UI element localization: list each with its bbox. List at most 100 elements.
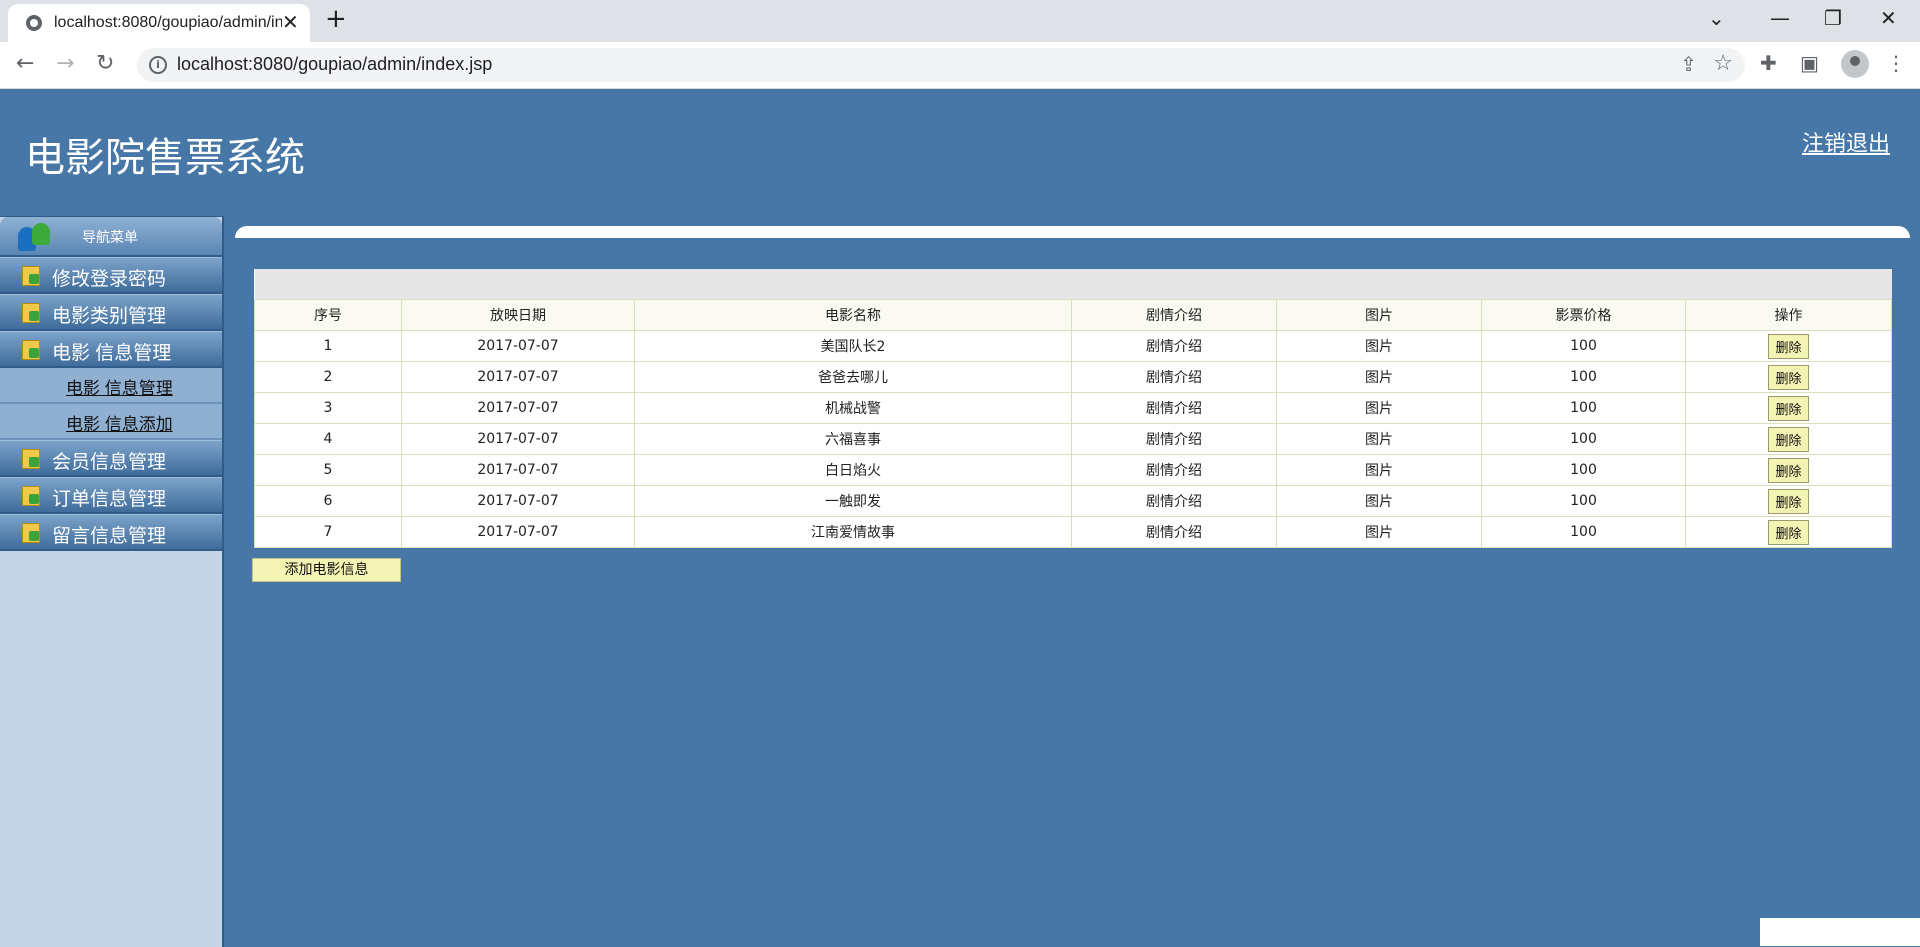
users-icon	[18, 221, 50, 251]
sidebar-item-member[interactable]: 会员信息管理	[0, 440, 222, 477]
cell-name: 一触即发	[634, 485, 1072, 517]
browser-tab[interactable]: localhost:8080/goupiao/admin/index.jsp ✕	[8, 4, 310, 42]
share-icon[interactable]: ⇪	[1680, 52, 1697, 76]
submenu-item-movie-info-manage[interactable]: 电影 信息管理	[0, 368, 222, 404]
add-movie-button[interactable]: 添加电影信息	[252, 558, 401, 582]
address-bar[interactable]: i localhost:8080/goupiao/admin/index.jsp…	[137, 48, 1745, 82]
column-header: 放映日期	[401, 299, 635, 331]
cell-price: 100	[1481, 485, 1686, 517]
cell-no: 4	[254, 423, 402, 455]
side-panel-icon[interactable]: ▣	[1800, 51, 1819, 75]
cell-plot[interactable]: 剧情介绍	[1071, 454, 1277, 486]
logout-link[interactable]: 注销退出	[1802, 126, 1890, 158]
submenu-item-label[interactable]: 电影 信息管理	[66, 374, 173, 399]
sidebar-item-message[interactable]: 留言信息管理	[0, 514, 222, 551]
close-tab-icon[interactable]: ✕	[282, 10, 299, 34]
cell-date: 2017-07-07	[401, 454, 635, 486]
cell-no: 2	[254, 361, 402, 393]
table-caption-row	[254, 269, 1892, 300]
sidebar-item-change-password[interactable]: 修改登录密码	[0, 257, 222, 294]
cell-picture[interactable]: 图片	[1276, 454, 1482, 486]
delete-button[interactable]: 删除	[1768, 395, 1809, 421]
delete-button[interactable]: 删除	[1768, 457, 1809, 483]
folder-icon	[22, 523, 40, 543]
cell-price: 100	[1481, 516, 1686, 548]
table-row: 4 2017-07-07 六福喜事 剧情介绍 图片 100 删除	[254, 423, 1892, 455]
cell-plot[interactable]: 剧情介绍	[1071, 423, 1277, 455]
menu-kebab-icon[interactable]: ⋮	[1886, 51, 1906, 75]
sidebar-item-movie-category[interactable]: 电影类别管理	[0, 294, 222, 331]
app-title: 电影院售票系统	[25, 136, 305, 180]
cell-picture[interactable]: 图片	[1276, 485, 1482, 517]
cell-date: 2017-07-07	[401, 423, 635, 455]
sidebar-item-order[interactable]: 订单信息管理	[0, 477, 222, 514]
sidebar-header: 导航菜单	[0, 217, 222, 257]
delete-button[interactable]: 删除	[1768, 488, 1809, 514]
delete-button[interactable]: 删除	[1768, 426, 1809, 452]
folder-icon	[22, 449, 40, 469]
info-icon[interactable]: i	[149, 56, 167, 74]
minimize-icon[interactable]: —	[1770, 6, 1790, 30]
tab-title: localhost:8080/goupiao/admin/index.jsp	[54, 14, 282, 31]
cell-picture[interactable]: 图片	[1276, 330, 1482, 362]
cell-name: 江南爱情故事	[634, 516, 1072, 548]
folder-icon	[22, 486, 40, 506]
cell-plot[interactable]: 剧情介绍	[1071, 392, 1277, 424]
sidebar-item-label: 修改登录密码	[52, 269, 167, 290]
cell-price: 100	[1481, 423, 1686, 455]
reload-icon[interactable]: ↻	[96, 51, 114, 76]
sidebar-item-movie-info[interactable]: 电影 信息管理	[0, 331, 222, 368]
cell-no: 6	[254, 485, 402, 517]
cell-date: 2017-07-07	[401, 485, 635, 517]
cell-action: 删除	[1685, 454, 1892, 486]
cell-picture[interactable]: 图片	[1276, 361, 1482, 393]
delete-button[interactable]: 删除	[1768, 333, 1809, 359]
sidebar-item-label: 电影类别管理	[52, 306, 167, 327]
cell-plot[interactable]: 剧情介绍	[1071, 361, 1277, 393]
column-header: 图片	[1276, 299, 1482, 331]
sidebar: 导航菜单 修改登录密码 电影类别管理 电影 信息管理 电影 信息管理 电影 信息…	[0, 216, 224, 947]
tab-search-icon[interactable]: ⌄	[1708, 6, 1725, 30]
cell-name: 六福喜事	[634, 423, 1072, 455]
cell-picture[interactable]: 图片	[1276, 516, 1482, 548]
delete-button[interactable]: 删除	[1768, 364, 1809, 390]
table-row: 7 2017-07-07 江南爱情故事 剧情介绍 图片 100 删除	[254, 516, 1892, 548]
table-row: 2 2017-07-07 爸爸去哪儿 剧情介绍 图片 100 删除	[254, 361, 1892, 393]
cell-no: 5	[254, 454, 402, 486]
restore-icon[interactable]: ❐	[1824, 6, 1842, 30]
folder-icon	[22, 266, 40, 286]
new-tab-icon[interactable]: +	[325, 4, 347, 34]
address-url[interactable]: localhost:8080/goupiao/admin/index.jsp	[177, 54, 492, 75]
cell-picture[interactable]: 图片	[1276, 423, 1482, 455]
close-window-icon[interactable]: ✕	[1880, 6, 1897, 30]
extensions-icon[interactable]: ✚	[1760, 51, 1777, 75]
profile-avatar-icon[interactable]	[1841, 50, 1869, 78]
cell-plot[interactable]: 剧情介绍	[1071, 330, 1277, 362]
cell-picture[interactable]: 图片	[1276, 392, 1482, 424]
sidebar-title: 导航菜单	[82, 230, 138, 246]
forward-icon[interactable]: →	[56, 51, 74, 76]
cell-plot[interactable]: 剧情介绍	[1071, 516, 1277, 548]
cell-name: 机械战警	[634, 392, 1072, 424]
sidebar-item-label: 订单信息管理	[52, 489, 167, 510]
table-row: 1 2017-07-07 美国队长2 剧情介绍 图片 100 删除	[254, 330, 1892, 362]
back-icon[interactable]: ←	[16, 51, 34, 76]
cell-no: 1	[254, 330, 402, 362]
cell-name: 白日焰火	[634, 454, 1072, 486]
cell-action: 删除	[1685, 516, 1892, 548]
column-header: 操作	[1685, 299, 1892, 331]
column-header: 剧情介绍	[1071, 299, 1277, 331]
cell-date: 2017-07-07	[401, 330, 635, 362]
submenu-item-movie-info-add[interactable]: 电影 信息添加	[0, 404, 222, 440]
delete-button[interactable]: 删除	[1768, 519, 1809, 545]
bookmark-star-icon[interactable]: ☆	[1713, 51, 1733, 76]
sidebar-item-label: 电影 信息管理	[52, 343, 172, 364]
column-header: 电影名称	[634, 299, 1072, 331]
status-box	[1760, 918, 1920, 946]
cell-action: 删除	[1685, 392, 1892, 424]
table-row: 6 2017-07-07 一触即发 剧情介绍 图片 100 删除	[254, 485, 1892, 517]
cell-action: 删除	[1685, 423, 1892, 455]
cell-plot[interactable]: 剧情介绍	[1071, 485, 1277, 517]
cell-date: 2017-07-07	[401, 392, 635, 424]
submenu-item-label[interactable]: 电影 信息添加	[66, 410, 173, 435]
